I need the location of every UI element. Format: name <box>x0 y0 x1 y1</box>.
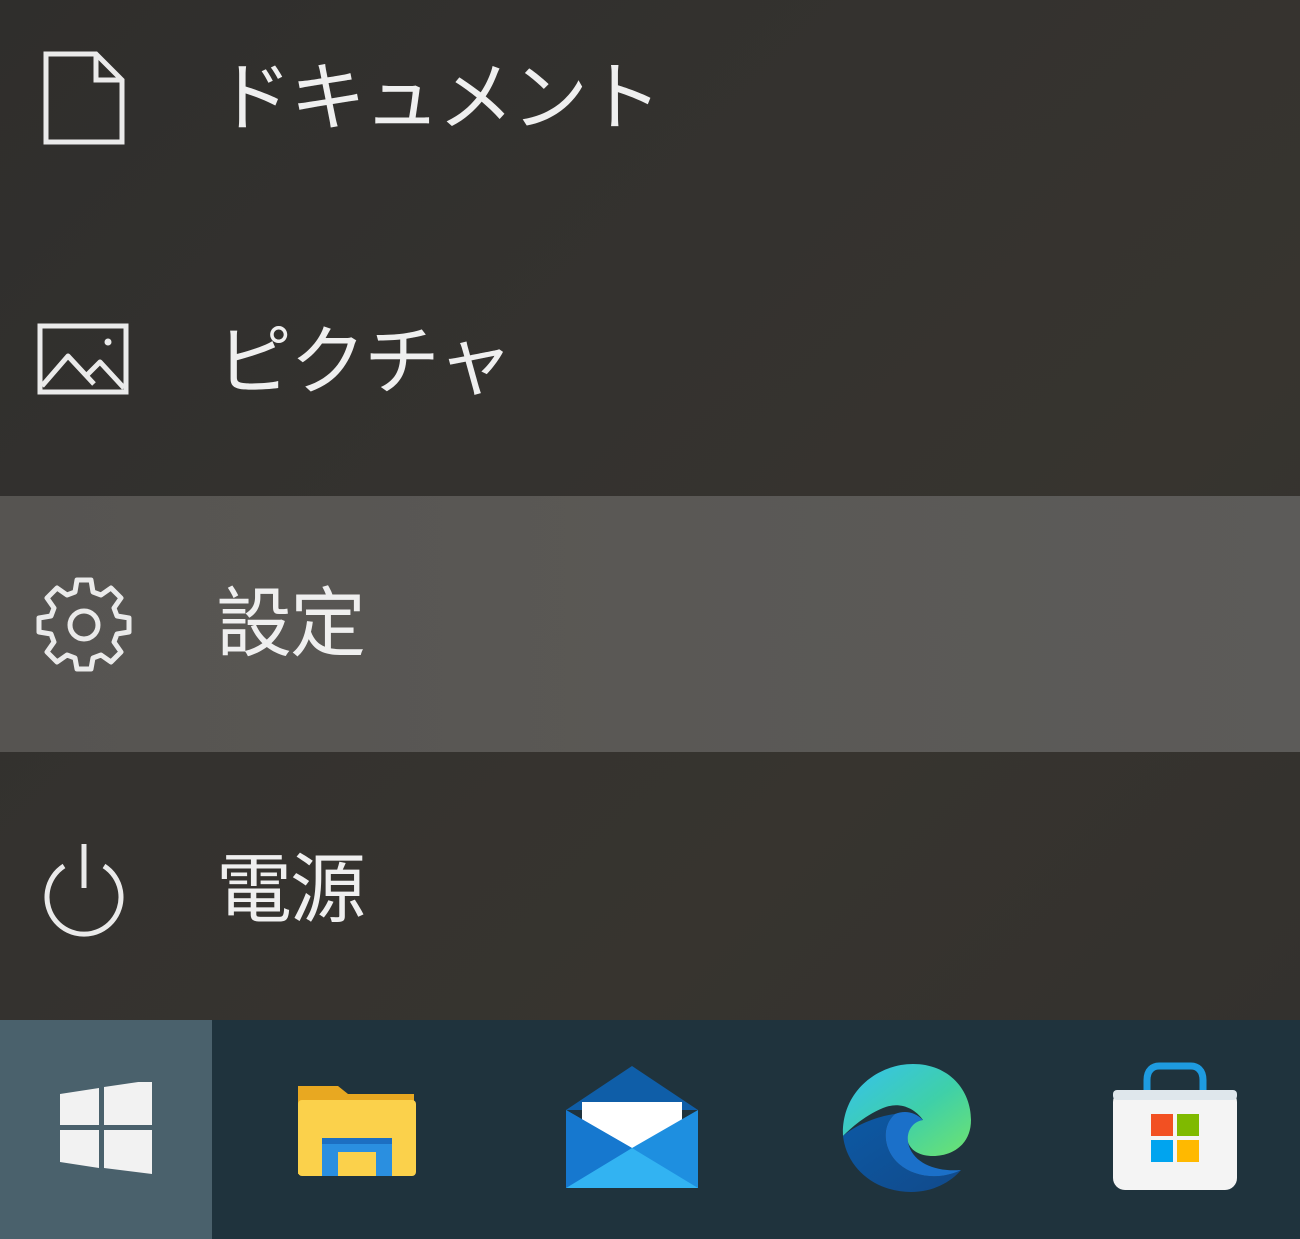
microsoft-store-button[interactable] <box>1080 1020 1270 1239</box>
start-menu: ドキュメント ピクチャ 設定 電源 <box>0 0 1300 1020</box>
mail-icon <box>564 1064 700 1196</box>
edge-button[interactable] <box>810 1020 1000 1239</box>
gear-icon <box>34 574 134 674</box>
taskbar <box>0 1020 1300 1239</box>
menu-item-pictures[interactable]: ピクチャ <box>0 238 1300 494</box>
menu-item-label: ドキュメント <box>216 53 662 142</box>
microsoft-store-icon <box>1109 1062 1241 1198</box>
menu-item-settings[interactable]: 設定 <box>0 496 1300 752</box>
menu-item-documents[interactable]: ドキュメント <box>0 0 1300 256</box>
screen: ドキュメント ピクチャ 設定 電源 <box>0 0 1300 1239</box>
menu-item-label: 電源 <box>216 845 366 934</box>
mail-button[interactable] <box>534 1020 730 1239</box>
menu-item-label: 設定 <box>216 579 366 668</box>
picture-icon <box>34 312 134 412</box>
start-button[interactable] <box>0 1020 212 1239</box>
windows-logo-icon <box>60 1079 152 1178</box>
file-explorer-icon <box>294 1078 420 1182</box>
document-icon <box>34 48 134 148</box>
menu-item-label: ピクチャ <box>216 317 513 406</box>
power-icon <box>34 840 134 940</box>
file-explorer-button[interactable] <box>262 1020 452 1239</box>
menu-item-power[interactable]: 電源 <box>0 752 1300 1008</box>
edge-icon <box>837 1060 973 1200</box>
